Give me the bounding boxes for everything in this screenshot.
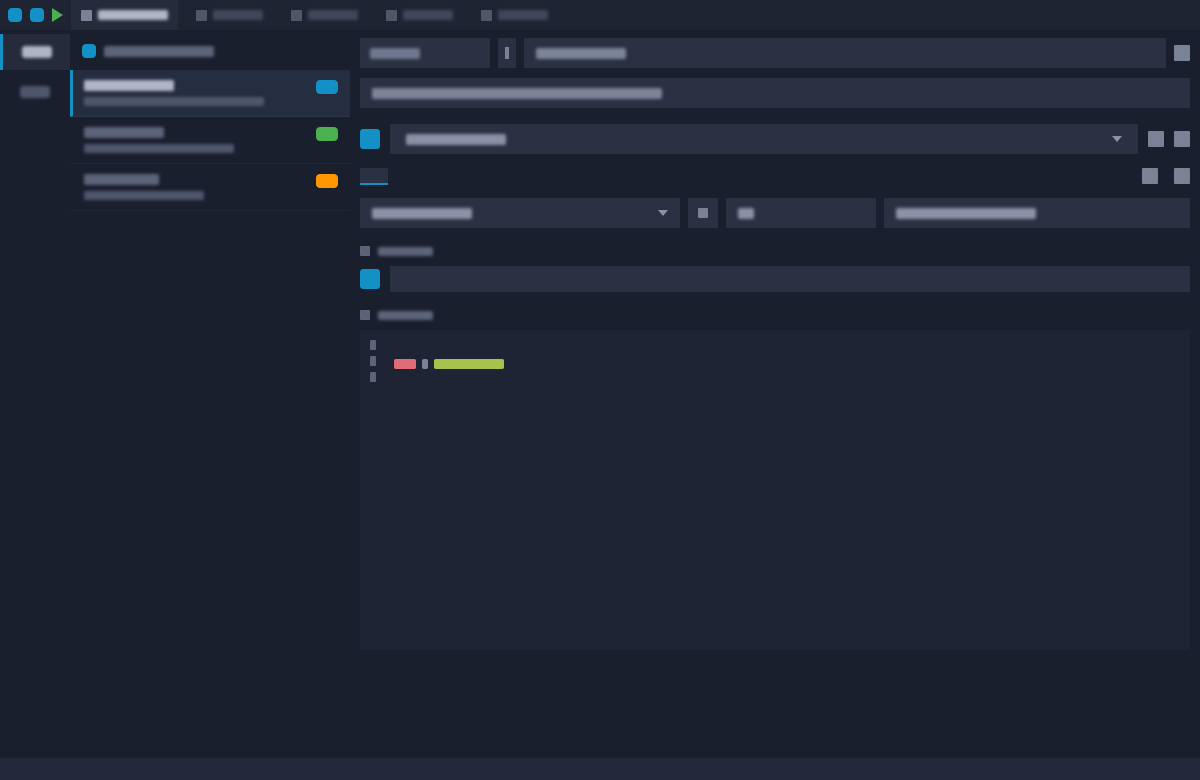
code-line: [394, 340, 504, 352]
line-number: [370, 372, 376, 382]
tag-name-text: [406, 134, 506, 145]
grip-icon: [505, 47, 509, 59]
tag-action-icon-1[interactable]: [1148, 131, 1164, 147]
tab-glyph-icon: [481, 10, 492, 21]
sidebar-item[interactable]: [70, 164, 350, 211]
code-editor[interactable]: [360, 330, 1190, 650]
section-tab[interactable]: [404, 168, 432, 184]
code-token: [394, 359, 416, 369]
tests-label-text: [378, 311, 433, 320]
sidebar-item-subtitle: [84, 191, 204, 200]
tab-glyph-icon: [196, 10, 207, 21]
section-tab[interactable]: [448, 168, 476, 184]
tab-glyph-icon: [291, 10, 302, 21]
checkbox-icon: [698, 208, 708, 218]
tab-glyph-icon: [81, 10, 92, 21]
tag-name-input[interactable]: [390, 124, 1138, 154]
code-line: [394, 358, 504, 370]
sidebar-item-subtitle: [84, 144, 234, 153]
tab-glyph-icon: [386, 10, 397, 21]
topbar: [0, 0, 1200, 30]
topbar-tab[interactable]: [471, 0, 558, 30]
section-tab[interactable]: [492, 168, 520, 184]
line-number: [370, 356, 376, 366]
url-input[interactable]: [524, 38, 1166, 68]
run-play-icon[interactable]: [52, 8, 63, 22]
topbar-tab[interactable]: [281, 0, 368, 30]
sidebar-item[interactable]: [70, 70, 350, 117]
sidebar: [70, 30, 350, 758]
script-color-chip[interactable]: [360, 269, 380, 289]
param-desc-input[interactable]: [884, 198, 1190, 228]
section-tab[interactable]: [360, 168, 388, 184]
editor-body[interactable]: [386, 330, 512, 650]
method-label: [370, 48, 420, 59]
tabs-action-icon-1[interactable]: [1142, 168, 1158, 184]
topbar-tab-active[interactable]: [71, 0, 178, 30]
method-select[interactable]: [360, 38, 490, 68]
pre-request-script-input[interactable]: [390, 266, 1190, 292]
code-line: [394, 376, 504, 388]
tabs-action-icon-2[interactable]: [1174, 168, 1190, 184]
param-key-text: [372, 208, 472, 219]
method-badge: [316, 127, 338, 141]
param-enable-toggle[interactable]: [688, 198, 718, 228]
tab-label: [498, 10, 548, 20]
collection-icon[interactable]: [82, 44, 96, 58]
nav-item[interactable]: [0, 34, 70, 70]
method-badge: [316, 80, 338, 94]
line-number: [370, 340, 376, 350]
chevron-down-icon[interactable]: [658, 210, 668, 216]
sidebar-item[interactable]: [70, 117, 350, 164]
topbar-tab[interactable]: [376, 0, 463, 30]
tag-color-chip[interactable]: [360, 129, 380, 149]
main-panel: [350, 30, 1200, 758]
pre-request-label-text: [378, 247, 433, 256]
code-token: [422, 359, 428, 369]
pre-request-row: [360, 266, 1190, 292]
request-name-text: [372, 88, 662, 99]
sidebar-header: [70, 38, 350, 70]
send-icon[interactable]: [1174, 45, 1190, 61]
sidebar-item-title: [84, 80, 174, 91]
drag-handle[interactable]: [498, 38, 516, 68]
tab-label: [213, 10, 263, 20]
chevron-down-icon[interactable]: [1112, 136, 1122, 142]
topbar-tab[interactable]: [186, 0, 273, 30]
param-desc-text: [896, 208, 1036, 219]
nav-item-label: [22, 46, 52, 58]
param-value-text: [738, 208, 754, 219]
param-key-input[interactable]: [360, 198, 680, 228]
section-bullet-icon: [360, 310, 370, 320]
status-bar: [0, 758, 1200, 780]
sidebar-item-title: [84, 127, 164, 138]
tests-label: [360, 310, 1190, 320]
sidebar-item-subtitle: [84, 97, 264, 106]
code-token: [434, 359, 504, 369]
section-bullet-icon: [360, 246, 370, 256]
request-name-input[interactable]: [360, 78, 1190, 108]
nav-item[interactable]: [0, 74, 70, 110]
nav-item-label: [20, 86, 50, 98]
param-value-input[interactable]: [726, 198, 876, 228]
editor-gutter: [360, 330, 386, 650]
param-row: [360, 198, 1190, 228]
request-row: [360, 38, 1190, 68]
tag-action-icon-2[interactable]: [1174, 131, 1190, 147]
nav-rail: [0, 30, 70, 758]
tab-label: [308, 10, 358, 20]
url-text: [536, 48, 626, 59]
method-badge: [316, 174, 338, 188]
tab-label: [403, 10, 453, 20]
sidebar-header-label: [104, 46, 214, 57]
app-icon-1[interactable]: [8, 8, 22, 22]
section-tabs: [360, 168, 1190, 184]
app-icon-2[interactable]: [30, 8, 44, 22]
sidebar-item-title: [84, 174, 159, 185]
request-tag-row: [360, 124, 1190, 154]
tab-label: [98, 10, 168, 20]
pre-request-label: [360, 246, 1190, 256]
